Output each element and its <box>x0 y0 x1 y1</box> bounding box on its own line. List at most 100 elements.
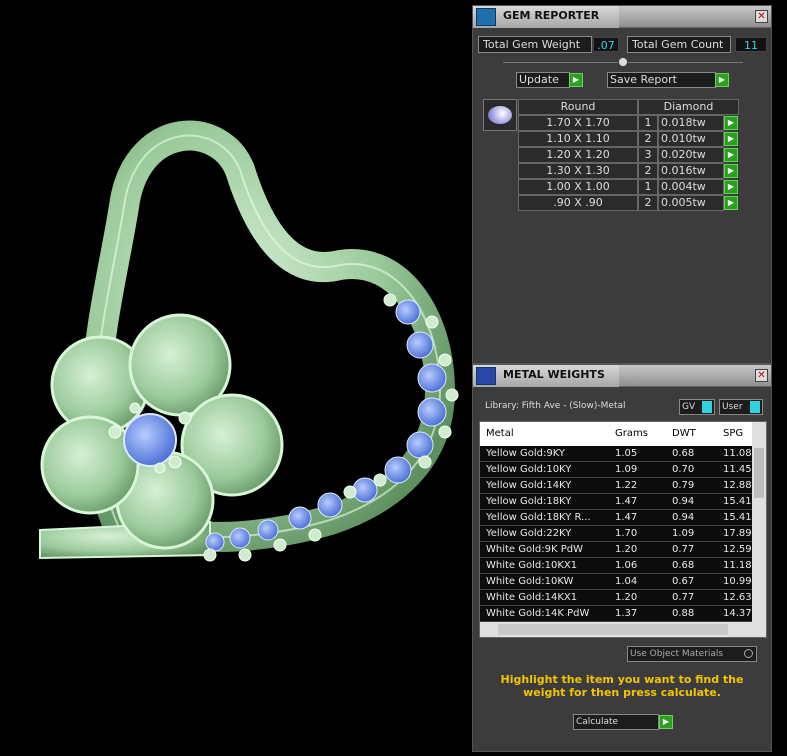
save-report-button[interactable]: Save Report <box>607 72 716 88</box>
metal-grams: 1.22 <box>615 480 638 491</box>
gem-table-header: Round Diamond <box>518 99 739 115</box>
gem-weight: 0.010tw <box>658 131 724 147</box>
gem-row[interactable]: 1.10 X 1.10 2 0.010tw ▶ <box>518 131 739 147</box>
total-gem-count-value: 11 <box>735 37 767 52</box>
gem-row[interactable]: .90 X .90 2 0.005tw ▶ <box>518 195 739 211</box>
metal-dwt: 0.77 <box>672 544 695 555</box>
metal-name: White Gold:14K PdW <box>486 608 590 619</box>
metal-row[interactable]: White Gold:9K PdW 1.20 0.77 12.59 <box>480 542 752 558</box>
metal-dwt: 0.77 <box>672 592 695 603</box>
spg-col-header: SPG <box>723 428 744 439</box>
gem-weight: 0.018tw <box>658 115 724 131</box>
horizontal-scrollbar[interactable] <box>480 622 766 637</box>
metal-grams: 1.37 <box>615 608 638 619</box>
calculate-button[interactable]: Calculate <box>573 714 659 730</box>
user-label: User <box>722 402 743 412</box>
metal-spg: 12.88 <box>723 480 752 491</box>
horizontal-scrollbar-thumb[interactable] <box>498 624 728 635</box>
metal-row[interactable]: Yellow Gold:9KY 1.05 0.68 11.08 <box>480 446 752 462</box>
gv-toggle[interactable]: GV <box>679 399 715 415</box>
metal-grams: 1.20 <box>615 544 638 555</box>
vertical-scrollbar[interactable] <box>752 422 766 622</box>
slider-thumb[interactable] <box>618 57 628 67</box>
gem-row-arrow-icon[interactable]: ▶ <box>724 148 738 162</box>
metal-name: White Gold:9K PdW <box>486 544 583 555</box>
metal-spg: 10.99 <box>723 576 752 587</box>
update-button-label: Update <box>519 73 559 86</box>
vertical-scrollbar-thumb[interactable] <box>754 448 764 498</box>
metal-row[interactable]: White Gold:10KX1 1.06 0.68 11.18 <box>480 558 752 574</box>
grams-col-header: Grams <box>615 428 648 439</box>
update-arrow-icon[interactable]: ▶ <box>569 73 583 87</box>
gem-row[interactable]: 1.70 X 1.70 1 0.018tw ▶ <box>518 115 739 131</box>
gv-label: GV <box>682 402 696 412</box>
metal-row[interactable]: White Gold:10KW 1.04 0.67 10.99 <box>480 574 752 590</box>
metal-spg: 11.08 <box>723 448 752 459</box>
metal-dwt: 0.94 <box>672 496 695 507</box>
metal-spg: 15.41 <box>723 496 752 507</box>
metal-dwt: 0.88 <box>672 608 695 619</box>
use-object-materials-toggle[interactable]: Use Object Materials <box>627 646 757 662</box>
metal-spg: 12.59 <box>723 544 752 555</box>
metal-row[interactable]: Yellow Gold:10KY 1.09 0.70 11.45 <box>480 462 752 478</box>
metal-name: Yellow Gold:14KY <box>486 480 572 491</box>
metal-weights-titlebar[interactable]: METAL WEIGHTS ✕ <box>473 365 771 387</box>
metal-grams: 1.04 <box>615 576 638 587</box>
gem-row[interactable]: 1.20 X 1.20 3 0.020tw ▶ <box>518 147 739 163</box>
gem-row[interactable]: 1.00 X 1.00 1 0.004tw ▶ <box>518 179 739 195</box>
library-label: Library: Fifth Ave - (Slow)-Metal <box>485 401 626 411</box>
user-toggle[interactable]: User <box>719 399 763 415</box>
round-shape-thumbnail[interactable] <box>483 99 517 131</box>
gem-row-arrow-icon[interactable]: ▶ <box>724 180 738 194</box>
calculate-arrow-icon[interactable]: ▶ <box>659 715 673 729</box>
gem-size: 1.20 X 1.20 <box>518 147 638 163</box>
update-button[interactable]: Update <box>516 72 570 88</box>
instruction-text: Highlight the item you want to find the … <box>500 673 744 699</box>
metal-spg: 15.41 <box>723 512 752 523</box>
metal-spg: 17.89 <box>723 528 752 539</box>
gem-weight: 0.016tw <box>658 163 724 179</box>
close-icon[interactable]: ✕ <box>755 10 768 23</box>
round-gem-icon <box>488 106 512 124</box>
total-gem-weight-label: Total Gem Weight <box>478 36 592 53</box>
radio-icon <box>744 649 753 658</box>
user-indicator <box>750 401 760 413</box>
gem-row-arrow-icon[interactable]: ▶ <box>724 196 738 210</box>
heart-flower-pendant-render <box>39 120 459 562</box>
metal-row[interactable]: Yellow Gold:22KY 1.70 1.09 17.89 <box>480 526 752 542</box>
gem-qty: 2 <box>638 195 658 211</box>
3d-viewport[interactable] <box>0 0 472 752</box>
save-report-arrow-icon[interactable]: ▶ <box>715 73 729 87</box>
metal-name: Yellow Gold:22KY <box>486 528 572 539</box>
metal-row[interactable]: Yellow Gold:18KY 1.47 0.94 15.41 <box>480 494 752 510</box>
metal-name: Yellow Gold:9KY <box>486 448 565 459</box>
gem-size: 1.70 X 1.70 <box>518 115 638 131</box>
metal-row[interactable]: White Gold:14K PdW 1.37 0.88 14.37 <box>480 606 752 622</box>
metal-list[interactable]: Metal Grams DWT SPG Yellow Gold:9KY 1.05… <box>479 421 767 638</box>
gem-qty: 2 <box>638 131 658 147</box>
metal-grams: 1.05 <box>615 448 638 459</box>
gem-size: 1.30 X 1.30 <box>518 163 638 179</box>
gem-row-arrow-icon[interactable]: ▶ <box>724 116 738 130</box>
metal-name: Yellow Gold:18KY R... <box>486 512 591 523</box>
metal-grams: 1.09 <box>615 464 638 475</box>
gem-size: 1.10 X 1.10 <box>518 131 638 147</box>
gem-row-arrow-icon[interactable]: ▶ <box>724 132 738 146</box>
metal-grams: 1.47 <box>615 512 638 523</box>
total-gem-weight-value: .07 <box>593 37 619 52</box>
metal-weights-icon <box>476 367 496 385</box>
metal-row[interactable]: Yellow Gold:18KY R... 1.47 0.94 15.41 <box>480 510 752 526</box>
gem-reporter-icon <box>476 8 496 26</box>
gem-table: Round Diamond 1.70 X 1.70 1 0.018tw ▶ 1.1… <box>518 99 739 211</box>
metal-row[interactable]: White Gold:14KX1 1.20 0.77 12.63 <box>480 590 752 606</box>
gem-reporter-titlebar[interactable]: GEM REPORTER ✕ <box>473 6 771 28</box>
metal-dwt: 0.68 <box>672 560 695 571</box>
gem-reporter-panel: GEM REPORTER ✕ Total Gem Weight .07 Tota… <box>472 5 772 364</box>
gem-row[interactable]: 1.30 X 1.30 2 0.016tw ▶ <box>518 163 739 179</box>
gem-reporter-title: GEM REPORTER <box>503 9 600 22</box>
shape-header: Round <box>518 99 638 115</box>
metal-dwt: 0.68 <box>672 448 695 459</box>
metal-row[interactable]: Yellow Gold:14KY 1.22 0.79 12.88 <box>480 478 752 494</box>
close-icon[interactable]: ✕ <box>755 369 768 382</box>
gem-row-arrow-icon[interactable]: ▶ <box>724 164 738 178</box>
